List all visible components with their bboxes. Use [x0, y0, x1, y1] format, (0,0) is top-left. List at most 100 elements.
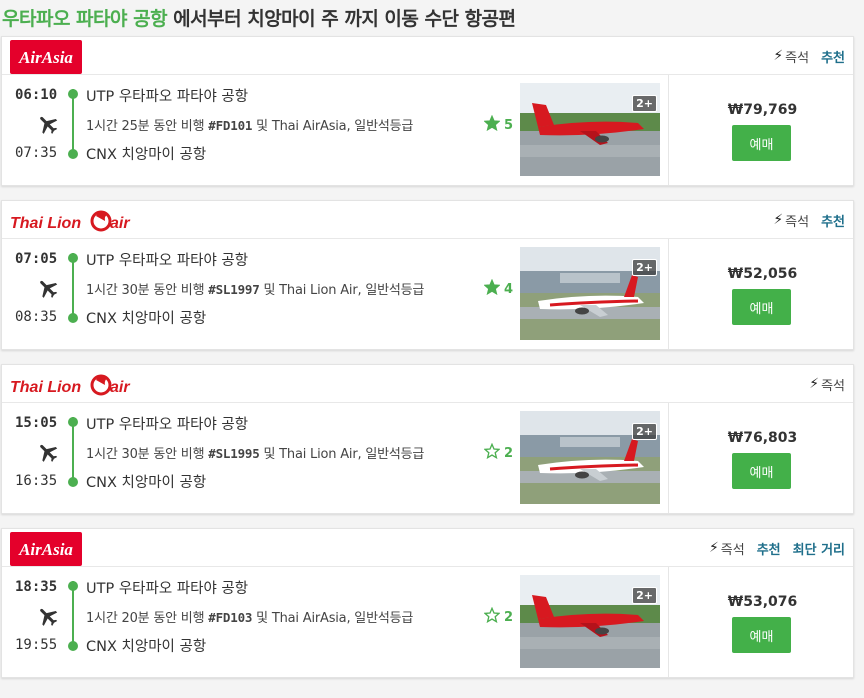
price: ₩52,056 — [727, 266, 798, 282]
instant-tag: ⚡ 즉석 — [709, 539, 745, 558]
arrival-time: 16:35 — [15, 473, 58, 489]
svg-text:AirAsia: AirAsia — [18, 48, 73, 67]
airline-logo: AirAsia — [10, 40, 82, 78]
svg-text:air: air — [110, 379, 130, 396]
instant-tag-label: 즉석 — [785, 50, 810, 66]
feature-tags: ⚡ 즉석 추천 — [773, 37, 845, 75]
divider — [668, 567, 669, 677]
rating: 2 — [483, 606, 513, 627]
divider — [668, 75, 669, 185]
rating-value: 4 — [504, 281, 514, 297]
lightning-icon: ⚡ — [708, 540, 719, 556]
card-body: 06:10 07:35 UTP 우타파오 파타야 공항 1시간 25분 동안 비… — [2, 75, 853, 185]
recommend-tag[interactable]: 추천 — [757, 539, 781, 558]
book-button[interactable]: 예매 — [732, 453, 791, 489]
photo-count-badge[interactable]: 2+ — [632, 95, 657, 112]
airplane-icon — [40, 608, 58, 626]
departure-time: 15:05 — [15, 415, 58, 431]
feature-tags: ⚡ 즉석 추천 최단 거리 — [709, 529, 845, 567]
rating-value: 2 — [504, 445, 514, 461]
flight-card[interactable]: Thai Lion air ⚡ 즉석 15:05 16:35 UTP 우타파오 … — [1, 364, 854, 514]
title-origin-link[interactable]: 우타파오 파타야 공항 — [2, 8, 168, 30]
star-icon — [483, 114, 501, 135]
airline-logo: Thai Lion air — [10, 204, 140, 242]
aircraft-photo[interactable]: 2+ — [520, 247, 660, 340]
departure-dot — [68, 581, 78, 591]
flight-details: 1시간 30분 동안 비행 #SL1995 및 Thai Lion Air, 일… — [86, 446, 425, 462]
arrival-time: 19:55 — [15, 637, 58, 653]
arrival-airport: CNX 치앙마이 공항 — [86, 147, 207, 163]
card-header: Thai Lion air ⚡ 즉석 — [2, 365, 853, 403]
departure-dot — [68, 417, 78, 427]
card-body: 07:05 08:35 UTP 우타파오 파타야 공항 1시간 30분 동안 비… — [2, 239, 853, 349]
airplane-icon — [40, 280, 58, 298]
photo-count-badge[interactable]: 2+ — [632, 259, 657, 276]
departure-airport: UTP 우타파오 파타야 공항 — [86, 89, 249, 105]
divider — [668, 239, 669, 349]
lightning-icon: ⚡ — [773, 212, 784, 228]
flight-card[interactable]: AirAsia ⚡ 즉석 추천 최단 거리 18:35 19:55 UTP 우타… — [1, 528, 854, 678]
flight-number: #FD103 — [208, 610, 253, 625]
instant-tag: ⚡ 즉석 — [773, 47, 809, 66]
departure-airport: UTP 우타파오 파타야 공항 — [86, 581, 249, 597]
airline-logo: AirAsia — [10, 532, 82, 570]
rating: 5 — [483, 114, 514, 135]
card-body: 18:35 19:55 UTP 우타파오 파타야 공항 1시간 20분 동안 비… — [2, 567, 853, 677]
star-icon — [483, 278, 501, 299]
arrival-dot — [68, 477, 78, 487]
instant-tag-label: 즉석 — [785, 214, 810, 230]
arrival-time: 07:35 — [15, 145, 58, 161]
departure-time: 07:05 — [15, 251, 58, 267]
price: ₩76,803 — [727, 430, 798, 446]
flight-card[interactable]: AirAsia ⚡ 즉석 추천 06:10 07:35 UTP 우타파오 파타야… — [1, 36, 854, 186]
flight-number: #SL1997 — [208, 282, 260, 297]
price: ₩53,076 — [727, 594, 798, 610]
svg-text:Thai Lion: Thai Lion — [10, 215, 81, 232]
airline-logo: Thai Lion air — [10, 368, 140, 406]
divider — [668, 403, 669, 513]
flight-details: 1시간 30분 동안 비행 #SL1997 및 Thai Lion Air, 일… — [86, 282, 425, 298]
arrival-airport: CNX 치앙마이 공항 — [86, 639, 207, 655]
departure-time: 18:35 — [15, 579, 58, 595]
instant-tag-label: 즉석 — [821, 378, 845, 394]
lightning-icon: ⚡ — [773, 48, 784, 64]
book-button[interactable]: 예매 — [732, 289, 791, 325]
arrival-dot — [68, 313, 78, 323]
page-title: 우타파오 파타야 공항 에서부터 치앙마이 주 까지 이동 수단 항공편 — [2, 4, 516, 31]
departure-dot — [68, 253, 78, 263]
rating-value: 5 — [504, 117, 514, 133]
arrival-airport: CNX 치앙마이 공항 — [86, 475, 207, 491]
flight-number: #FD101 — [208, 118, 253, 133]
shortest-tag[interactable]: 최단 거리 — [793, 539, 845, 558]
price: ₩79,769 — [727, 102, 798, 118]
aircraft-photo[interactable]: 2+ — [520, 83, 660, 176]
svg-text:Thai Lion: Thai Lion — [10, 379, 81, 396]
book-button[interactable]: 예매 — [732, 125, 791, 161]
instant-tag: ⚡ 즉석 — [809, 375, 845, 394]
star-icon — [483, 606, 501, 627]
card-header: Thai Lion air ⚡ 즉석 추천 — [2, 201, 853, 239]
lightning-icon: ⚡ — [809, 376, 820, 392]
departure-time: 06:10 — [15, 87, 58, 103]
arrival-dot — [68, 149, 78, 159]
photo-count-badge[interactable]: 2+ — [632, 587, 657, 604]
airplane-icon — [40, 116, 58, 134]
feature-tags: ⚡ 즉석 추천 — [773, 201, 845, 239]
card-body: 15:05 16:35 UTP 우타파오 파타야 공항 1시간 30분 동안 비… — [2, 403, 853, 513]
recommend-tag[interactable]: 추천 — [821, 47, 845, 66]
title-text: 에서부터 치앙마이 주 까지 이동 수단 항공편 — [167, 8, 516, 30]
departure-dot — [68, 89, 78, 99]
departure-airport: UTP 우타파오 파타야 공항 — [86, 417, 249, 433]
instant-tag-label: 즉석 — [720, 542, 745, 558]
flight-details: 1시간 25분 동안 비행 #FD101 및 Thai AirAsia, 일반석… — [86, 118, 414, 134]
instant-tag: ⚡ 즉석 — [773, 211, 809, 230]
card-header: AirAsia ⚡ 즉석 추천 최단 거리 — [2, 529, 853, 567]
svg-text:air: air — [110, 215, 130, 232]
recommend-tag[interactable]: 추천 — [821, 211, 845, 230]
photo-count-badge[interactable]: 2+ — [632, 423, 657, 440]
flight-card[interactable]: Thai Lion air ⚡ 즉석 추천 07:05 08:35 UTP 우타… — [1, 200, 854, 350]
book-button[interactable]: 예매 — [732, 617, 791, 653]
svg-text:AirAsia: AirAsia — [18, 540, 73, 559]
aircraft-photo[interactable]: 2+ — [520, 411, 660, 504]
aircraft-photo[interactable]: 2+ — [520, 575, 660, 668]
